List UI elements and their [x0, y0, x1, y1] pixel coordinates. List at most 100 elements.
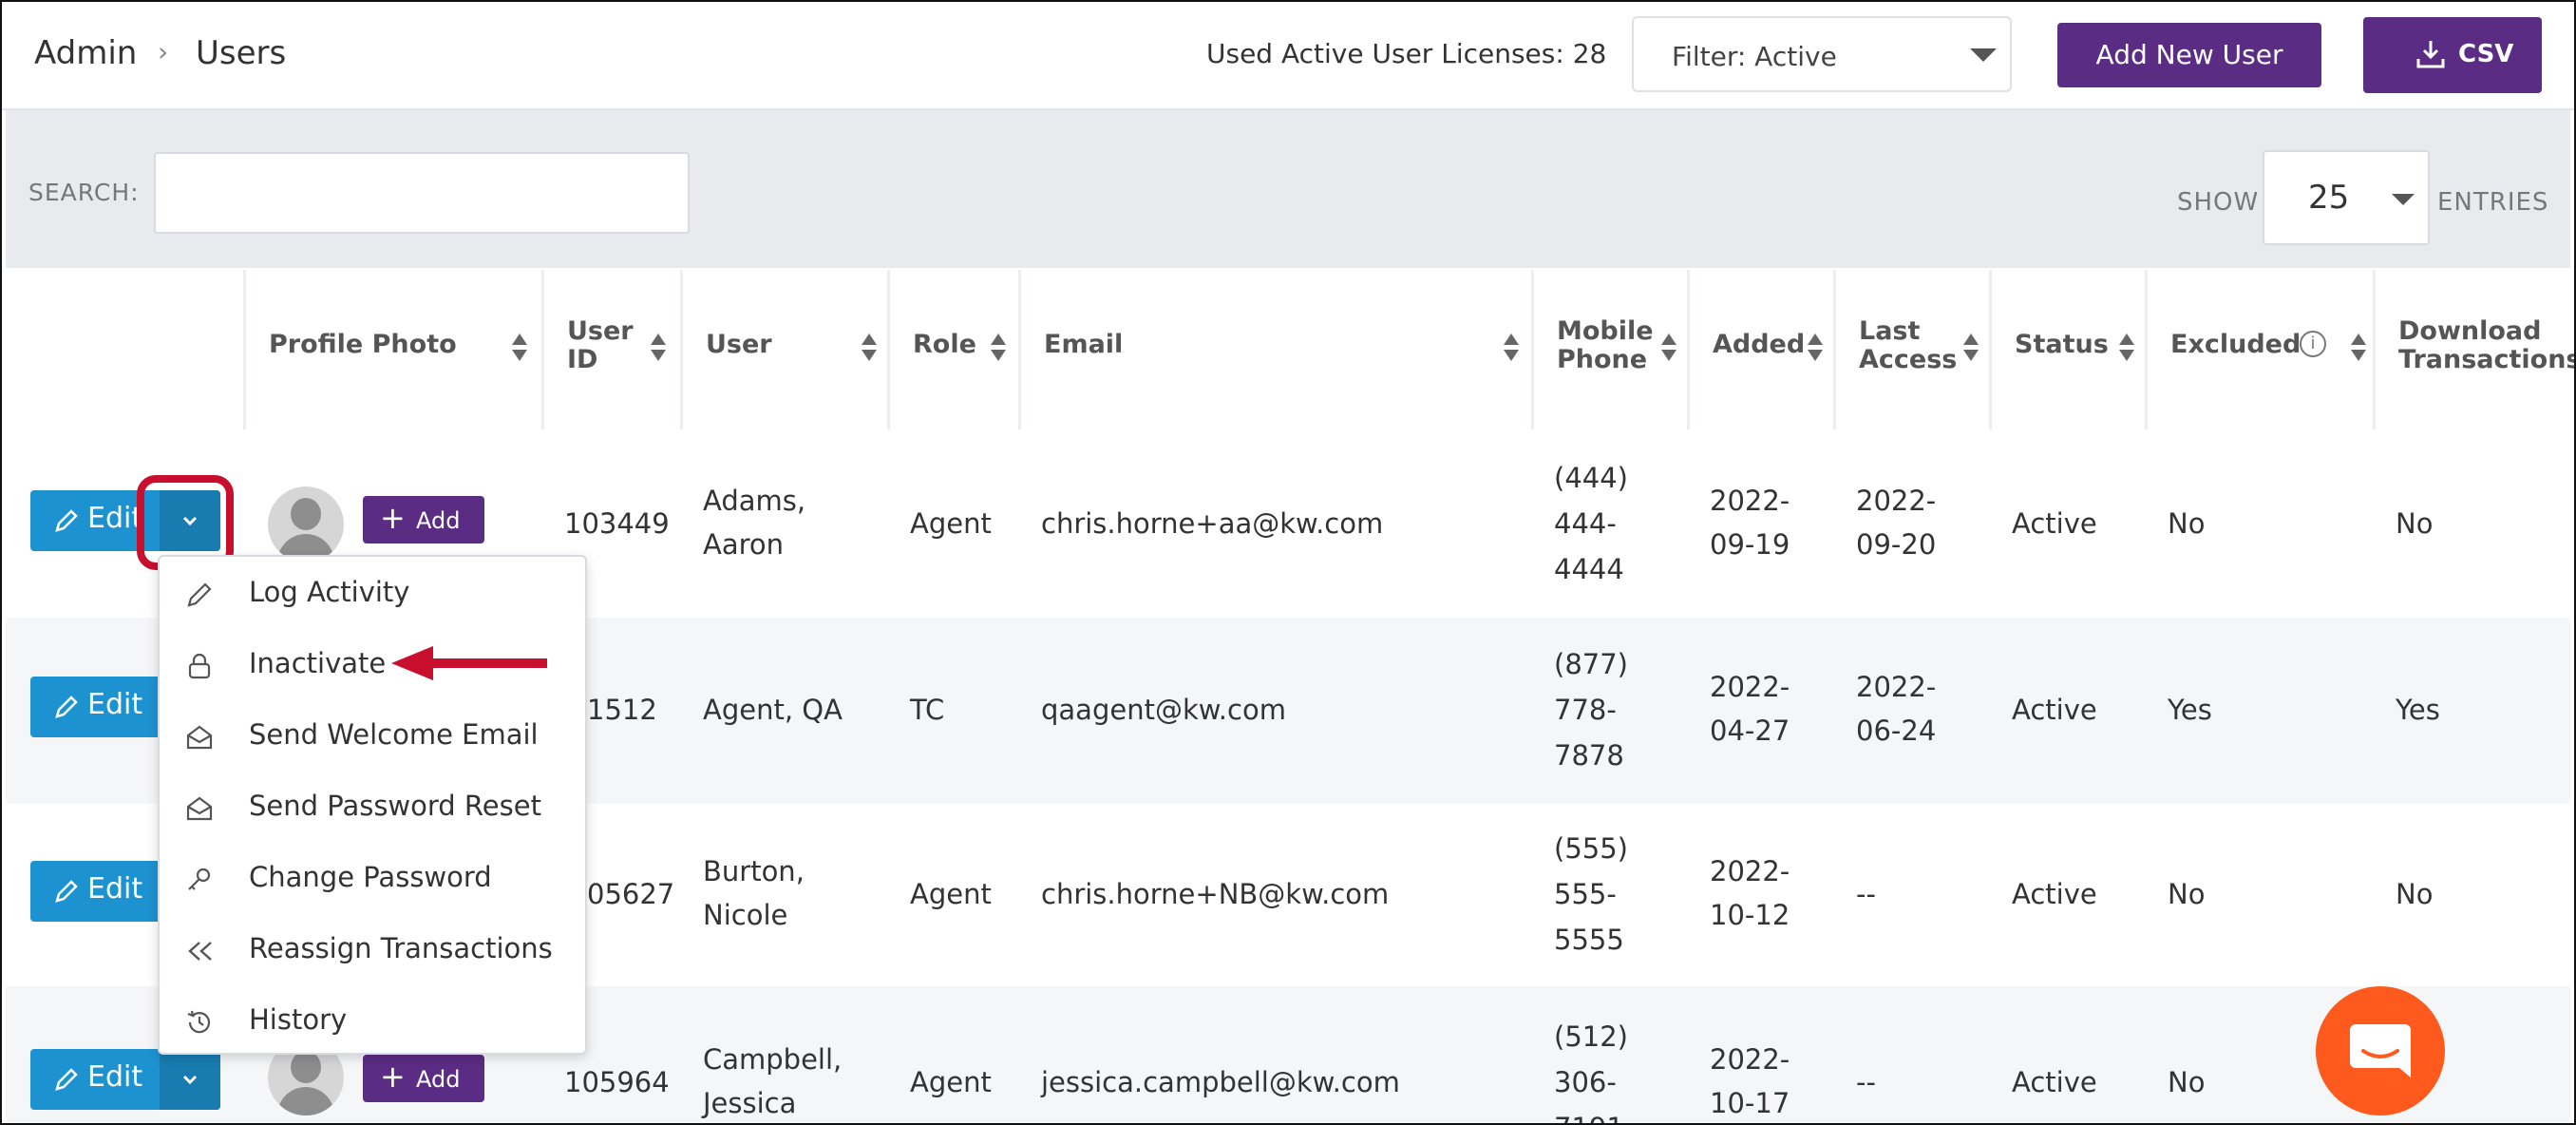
column-role[interactable]: Role [887, 270, 1018, 429]
rewind-icon [188, 942, 212, 961]
user-name: Burton, [703, 855, 805, 887]
column-email[interactable]: Email [1018, 270, 1531, 429]
added-date: 2022- [1710, 1043, 1790, 1076]
added-date: 09-19 [1710, 528, 1790, 561]
pencil-icon [55, 696, 78, 718]
breadcrumb-separator-icon: › [158, 36, 169, 67]
menu-item-log-activity[interactable]: Log Activity [160, 559, 585, 629]
excluded: No [2168, 878, 2206, 910]
show-label: SHOW [2177, 188, 2260, 217]
email: chris.horne+aa@kw.com [1041, 507, 1384, 540]
sort-icon[interactable] [512, 334, 527, 362]
pencil-icon [55, 1068, 78, 1091]
email: jessica.campbell@kw.com [1041, 1066, 1400, 1098]
mobile-phone: (512) [1554, 1020, 1628, 1053]
menu-item-reassign-transactions[interactable]: Reassign Transactions [160, 915, 585, 985]
column-label: Status [2015, 330, 2109, 359]
column-user-id[interactable]: User ID [541, 270, 680, 429]
breadcrumb-users: Users [196, 34, 287, 72]
user-name: Nicole [703, 899, 788, 931]
download-icon [2416, 41, 2445, 68]
column-label: Transactions [2398, 345, 2576, 374]
menu-item-label: Inactivate [249, 647, 387, 679]
breadcrumb-admin[interactable]: Admin [34, 34, 137, 72]
column-excluded[interactable]: Excluded i [2145, 270, 2373, 429]
envelope-icon [186, 725, 213, 750]
add-new-user-button[interactable]: Add New User [2057, 23, 2321, 87]
license-count: Used Active User Licenses: 28 [1206, 38, 1607, 69]
envelope-icon [186, 796, 213, 821]
column-actions [6, 270, 243, 429]
column-label: Excluded [2170, 330, 2301, 359]
search-input[interactable] [154, 152, 690, 234]
sort-icon[interactable] [1808, 334, 1823, 362]
menu-item-label: Change Password [249, 861, 492, 893]
column-label: User [567, 316, 634, 346]
user-name: Agent, QA [703, 694, 843, 726]
chevron-down-icon [2392, 194, 2415, 205]
menu-item-change-password[interactable]: Change Password [160, 844, 585, 914]
menu-item-history[interactable]: History [160, 986, 585, 1057]
column-last-access[interactable]: Last Access [1833, 270, 1989, 429]
add-photo-button[interactable]: + Add [363, 496, 484, 543]
edit-button[interactable]: Edit [30, 1049, 220, 1110]
info-icon[interactable]: i [2300, 331, 2326, 357]
menu-item-send-welcome-email[interactable]: Send Welcome Email [160, 701, 585, 772]
column-mobile-phone[interactable]: Mobile Phone [1531, 270, 1687, 429]
excluded: No [2168, 1066, 2206, 1098]
column-label: Mobile [1557, 316, 1654, 346]
sort-icon[interactable] [2119, 334, 2134, 362]
menu-item-send-password-reset[interactable]: Send Password Reset [160, 772, 585, 843]
lock-icon [188, 653, 211, 679]
plus-icon: + [380, 500, 406, 536]
csv-export-button[interactable]: CSV [2363, 17, 2542, 93]
column-user[interactable]: User [680, 270, 887, 429]
entries-per-page-select[interactable]: 25 [2263, 150, 2430, 245]
row-actions-dropdown-toggle[interactable] [160, 1049, 220, 1110]
status: Active [2012, 694, 2097, 726]
column-profile-photo[interactable]: Profile Photo [243, 270, 541, 429]
last-access-date: 09-20 [1856, 528, 1937, 561]
column-status[interactable]: Status [1989, 270, 2145, 429]
sort-icon[interactable] [1963, 334, 1979, 362]
download-transactions: Yes [2396, 694, 2440, 726]
sort-icon[interactable] [991, 334, 1006, 362]
sort-icon[interactable] [862, 334, 877, 362]
added-date: 2022- [1710, 671, 1790, 703]
chat-launcher-button[interactable] [2316, 986, 2445, 1115]
user-name: Campbell, [703, 1043, 843, 1076]
sort-icon[interactable] [2351, 334, 2366, 362]
pencil-icon [55, 509, 78, 532]
download-transactions: No [2396, 878, 2434, 910]
column-added[interactable]: Added [1687, 270, 1833, 429]
last-access-date: 2022- [1856, 671, 1937, 703]
key-icon [188, 868, 211, 890]
mobile-phone: (877) [1554, 648, 1628, 680]
column-download-transactions[interactable]: Download Transactions [2373, 270, 2574, 429]
chevron-down-icon [1970, 48, 1997, 62]
excluded: Yes [2168, 694, 2212, 726]
added-date: 2022- [1710, 855, 1790, 887]
add-photo-button[interactable]: + Add [363, 1055, 484, 1102]
edit-label: Edit [87, 502, 143, 535]
pencil-icon [55, 880, 78, 903]
added-date: 04-27 [1710, 715, 1790, 747]
page-header: Admin › Users Used Active User Licenses:… [2, 2, 2574, 110]
status-filter-select[interactable]: Filter: Active [1632, 16, 2012, 92]
sort-icon[interactable] [1504, 334, 1519, 362]
column-label: Role [913, 330, 976, 359]
sort-icon[interactable] [651, 334, 666, 362]
user-id: 103449 [564, 507, 670, 540]
mobile-phone: 444- [1554, 507, 1617, 540]
email: chris.horne+NB@kw.com [1041, 878, 1390, 910]
added-date: 10-17 [1710, 1087, 1790, 1119]
plus-icon: + [380, 1058, 406, 1095]
menu-item-label: Log Activity [249, 576, 410, 608]
avatar [268, 486, 344, 562]
sort-icon[interactable] [1661, 334, 1676, 362]
column-label: Phone [1557, 345, 1648, 374]
role: TC [910, 694, 945, 726]
mobile-phone: 7191 [1554, 1106, 1624, 1123]
user-name: Adams, [703, 485, 806, 517]
role: Agent [910, 878, 992, 910]
